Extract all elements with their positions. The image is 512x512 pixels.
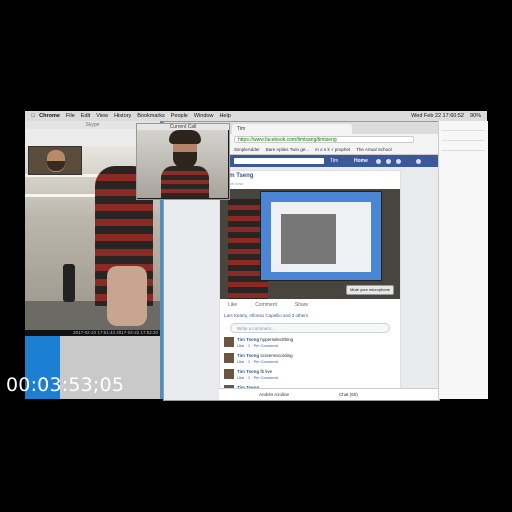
home-link[interactable]: Home <box>354 157 368 165</box>
avatar[interactable] <box>224 353 234 363</box>
background-person <box>63 264 75 302</box>
facebook-search-input[interactable] <box>234 158 324 164</box>
nested-video <box>281 214 336 264</box>
self-view-thumbnail[interactable] <box>28 146 82 175</box>
comment: Tim Tseng hyperselectthing Like · 1 · Pi… <box>224 337 394 350</box>
menu-chrome[interactable]: Chrome <box>39 113 60 119</box>
menu-file[interactable]: File <box>66 113 75 119</box>
apple-menu-icon[interactable]:  <box>31 113 35 119</box>
comment-meta[interactable]: Like · 1 · Pin Comment <box>237 375 278 380</box>
live-video-player[interactable]: Mute your microphone <box>220 189 400 299</box>
messages-icon[interactable] <box>386 159 391 164</box>
chat-contact[interactable]: Andrés Azoline <box>259 392 289 397</box>
avatar[interactable] <box>224 337 234 347</box>
notifications-icon[interactable] <box>396 159 401 164</box>
comment-text: hyperselectthing <box>260 337 294 342</box>
nested-screen-capture <box>260 191 382 281</box>
comment: Tim Tseng screenrecording Like · 1 · Pin… <box>224 353 394 366</box>
menu-help[interactable]: Help <box>219 113 230 119</box>
bookmark-item[interactable]: The Artual School <box>356 147 392 152</box>
beard-graphic <box>173 152 197 168</box>
person-torso <box>161 166 209 198</box>
menu-history[interactable]: History <box>114 113 131 119</box>
comment-input[interactable]: Write a comment... <box>230 323 390 333</box>
url-field[interactable]: https://www.facebook.com/timtsang/timtse… <box>234 136 414 143</box>
call-video-feed[interactable] <box>137 130 228 198</box>
comment-text: fb live <box>260 369 273 374</box>
divider <box>442 150 485 151</box>
comment-body: Tim Tseng screenrecording <box>237 353 293 358</box>
divider <box>442 140 485 141</box>
bookmark-item[interactable]: Bare Aplies Twin ge... <box>266 147 309 152</box>
menu-people[interactable]: People <box>171 113 188 119</box>
comment-button[interactable]: Comment <box>255 302 277 310</box>
comment-text: screenrecording <box>260 353 293 358</box>
menu-view[interactable]: View <box>96 113 108 119</box>
like-button[interactable]: Like <box>228 302 237 310</box>
person-arm <box>107 266 147 326</box>
comment-meta[interactable]: Like · 1 · Pin Comment <box>237 343 278 348</box>
video-timecode: 00:03:53;05 <box>6 374 125 396</box>
friend-requests-icon[interactable] <box>376 159 381 164</box>
comment-author[interactable]: Tim Tseng <box>237 369 259 374</box>
comment-body: Tim Tseng hyperselectthing <box>237 337 293 342</box>
divider <box>442 130 485 131</box>
live-video-post: Tim Tseng is live now. Mute your microph… <box>219 170 401 400</box>
likes-summary[interactable]: Lars Kearry, Alfonso Capellio and 3 othe… <box>224 313 308 318</box>
share-button[interactable]: Share <box>295 302 308 310</box>
tab-facebook[interactable]: Tim <box>232 124 352 134</box>
bookmark-item[interactable]: m o n k + prophet <box>315 147 350 152</box>
bookmark-item[interactable]: SimpleAdder <box>234 147 260 152</box>
help-icon[interactable] <box>416 159 421 164</box>
right-document-window <box>438 121 488 399</box>
comment-meta[interactable]: Like · 1 · Pin Comment <box>237 359 278 364</box>
menu-bookmarks[interactable]: Bookmarks <box>137 113 165 119</box>
comment-author[interactable]: Tim Tseng <box>237 337 259 342</box>
battery-text: 90% <box>469 113 481 119</box>
menu-window[interactable]: Window <box>194 113 214 119</box>
mute-microphone-button[interactable]: Mute your microphone <box>346 285 394 295</box>
clock-text: Wed Feb 22 17:60:52 <box>411 113 464 119</box>
profile-link[interactable]: Tim <box>330 157 338 165</box>
comment-author[interactable]: Tim Tseng <box>237 353 259 358</box>
comment: Tim Tseng fb live Like · 1 · Pin Comment <box>224 369 394 382</box>
chat-button[interactable]: Chat (60) <box>339 392 358 397</box>
left-navigation <box>164 167 219 400</box>
hair-graphic <box>169 130 201 144</box>
menu-edit[interactable]: Edit <box>81 113 90 119</box>
post-actions: Like Comment Share <box>224 302 398 310</box>
avatar[interactable] <box>224 369 234 379</box>
chat-bar: Andrés Azoline Chat (60) <box>219 388 439 400</box>
comment-body: Tim Tseng fb live <box>237 369 272 374</box>
